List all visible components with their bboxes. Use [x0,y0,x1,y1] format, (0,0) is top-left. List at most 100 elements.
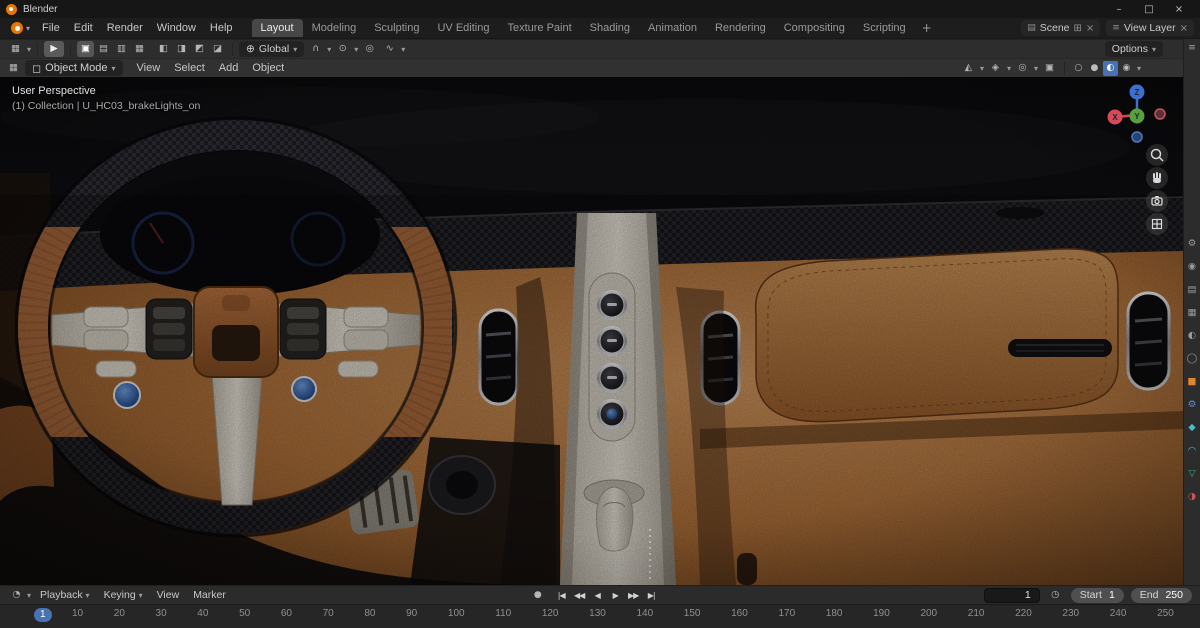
pan-button[interactable] [1146,167,1168,189]
navigation-gizmo[interactable]: Z X Y [1104,80,1170,146]
mode-dropdown[interactable]: ◻ Object Mode ▾ [25,60,123,76]
play-button[interactable]: ▶ [608,591,623,600]
auto-keying-toggle[interactable]: ● [534,590,542,600]
current-frame-field[interactable]: 1 [983,587,1040,603]
options-dropdown[interactable]: Options ▾ [1104,41,1163,57]
menu-file[interactable]: File [35,20,67,36]
blender-app-menu[interactable]: ▾ [6,22,35,34]
play-reverse-button[interactable]: ◀ [590,591,605,600]
select-set-icon[interactable]: ▣ [77,41,95,57]
menu-help[interactable]: Help [203,20,240,36]
tab-scene[interactable]: ◐ [1188,331,1196,341]
menu-keying[interactable]: Keying ▾ [97,587,150,603]
prev-keyframe-button[interactable]: ◀◀ [572,591,587,600]
minimize-button[interactable]: – [1104,0,1134,18]
editor-type-icon[interactable]: ▦ [7,41,24,57]
start-frame-field[interactable]: Start 1 [1070,587,1124,603]
editor-type-icon[interactable]: ▦ [5,60,22,76]
zoom-button[interactable] [1146,144,1168,166]
tab-view-layer[interactable]: ▦ [1188,308,1197,318]
new-scene-button[interactable]: ⊞ [1074,23,1082,34]
tab-sculpting[interactable]: Sculpting [365,19,428,37]
tab-modifiers[interactable]: ⚙ [1188,400,1197,410]
menu-select[interactable]: Select [167,60,212,76]
falloff-curve-icon[interactable]: ∿ [381,41,398,57]
shading-solid-icon[interactable]: ● [1087,61,1102,76]
menu-render[interactable]: Render [100,20,150,36]
tab-shading[interactable]: Shading [581,19,639,37]
menu-edit[interactable]: Edit [67,20,100,36]
tab-material[interactable]: ◑ [1188,492,1196,502]
show-gizmo-icon[interactable]: ◈ [987,60,1004,76]
select-extend-icon[interactable]: ▤ [95,41,112,57]
timeline-ruler[interactable]: 10 20 30 40 50 60 70 80 90 100 110 120 130 140 150 160 1… [0,604,1200,628]
tool-option-icon-3[interactable]: ◩ [191,41,208,57]
select-subtract-icon[interactable]: ▥ [113,41,130,57]
toggle-xray-icon[interactable]: ▣ [1041,60,1058,76]
tab-scripting[interactable]: Scripting [854,19,915,37]
close-button[interactable]: × [1164,0,1194,18]
scene-selector[interactable]: ▤ Scene ⊞ × [1021,20,1101,36]
tab-object[interactable]: ■ [1188,377,1197,387]
editor-type-icon[interactable]: ≡ [1188,43,1196,53]
tab-render[interactable]: ◉ [1188,262,1196,272]
topbar: ▾ File Edit Render Window Help Layout Modelin… [0,18,1200,39]
tool-option-icon-2[interactable]: ◨ [173,41,190,57]
workspace-tabs: Layout Modeling Sculpting UV Editing Texture… [251,18,915,39]
active-tool-button[interactable]: ▶ [44,41,65,57]
tab-rendering[interactable]: Rendering [706,19,775,37]
tab-layout[interactable]: Layout [251,19,303,37]
editor-type-icon[interactable]: ◔ [8,587,25,603]
axis-minus-z-handle[interactable] [1131,131,1143,143]
tab-tool[interactable]: ⚙ [1188,239,1197,249]
toggle-perspective-button[interactable] [1146,213,1168,235]
current-frame-indicator[interactable]: 1 [34,608,52,622]
tab-modeling[interactable]: Modeling [303,19,366,37]
unlink-view-layer-button[interactable]: × [1180,23,1188,34]
tab-compositing[interactable]: Compositing [775,19,854,37]
menu-view[interactable]: View [130,60,168,76]
show-overlays-icon[interactable]: ◎ [1014,60,1031,76]
object-visibility-icon[interactable]: ◭ [960,60,977,76]
tool-option-icon-1[interactable]: ◧ [155,41,172,57]
tab-output[interactable]: ▤ [1188,285,1197,295]
menu-window[interactable]: Window [150,20,203,36]
frame-tick-label: 240 [1109,608,1127,619]
jump-to-end-button[interactable]: ▶| [644,591,659,600]
next-keyframe-button[interactable]: ▶▶ [626,591,641,600]
view-layer-selector[interactable]: ≡ View Layer × [1106,20,1194,36]
add-workspace-button[interactable]: + [915,21,939,35]
menu-playback[interactable]: Playback ▾ [33,587,97,603]
select-intersect-icon[interactable]: ▦ [131,41,148,57]
proportional-editing-icon[interactable]: ◎ [361,41,378,57]
maximize-button[interactable]: □ [1134,0,1164,18]
menu-object[interactable]: Object [245,60,291,76]
jump-to-start-button[interactable]: |◀ [554,591,569,600]
chevron-down-icon: ▾ [27,590,32,600]
axis-minus-x-handle[interactable] [1154,108,1166,120]
3d-viewport[interactable]: User Perspective (1) Collection | U_HC03… [0,77,1200,585]
menu-marker[interactable]: Marker [186,587,233,603]
chevron-down-icon: ▾ [401,44,406,54]
menu-view[interactable]: View [150,587,187,603]
shading-wireframe-icon[interactable]: ○ [1071,61,1086,76]
camera-view-button[interactable] [1146,190,1168,212]
tab-animation[interactable]: Animation [639,19,706,37]
snap-target-icon[interactable]: ⊙ [334,41,351,57]
tab-uv-editing[interactable]: UV Editing [428,19,498,37]
unlink-scene-button[interactable]: × [1086,23,1094,34]
snap-magnet-icon[interactable]: ∩ [307,41,324,57]
shading-rendered-icon[interactable]: ◉ [1119,61,1134,76]
tab-physics[interactable]: ◠ [1188,446,1196,456]
shading-material-icon[interactable]: ◐ [1102,60,1118,76]
tab-texture-paint[interactable]: Texture Paint [498,19,580,37]
tab-particles[interactable]: ◆ [1188,423,1195,433]
transform-orientation-dropdown[interactable]: ⊕ Global ▾ [239,41,305,57]
end-frame-field[interactable]: End 250 [1130,587,1192,603]
preview-range-clock-icon[interactable]: ◷ [1047,587,1064,603]
tool-option-icon-4[interactable]: ◪ [209,41,226,57]
tab-object-data[interactable]: ▽ [1188,469,1195,479]
menu-add[interactable]: Add [212,60,246,76]
tab-world[interactable]: ◯ [1187,354,1198,364]
3d-scene-canvas[interactable] [0,77,1183,585]
